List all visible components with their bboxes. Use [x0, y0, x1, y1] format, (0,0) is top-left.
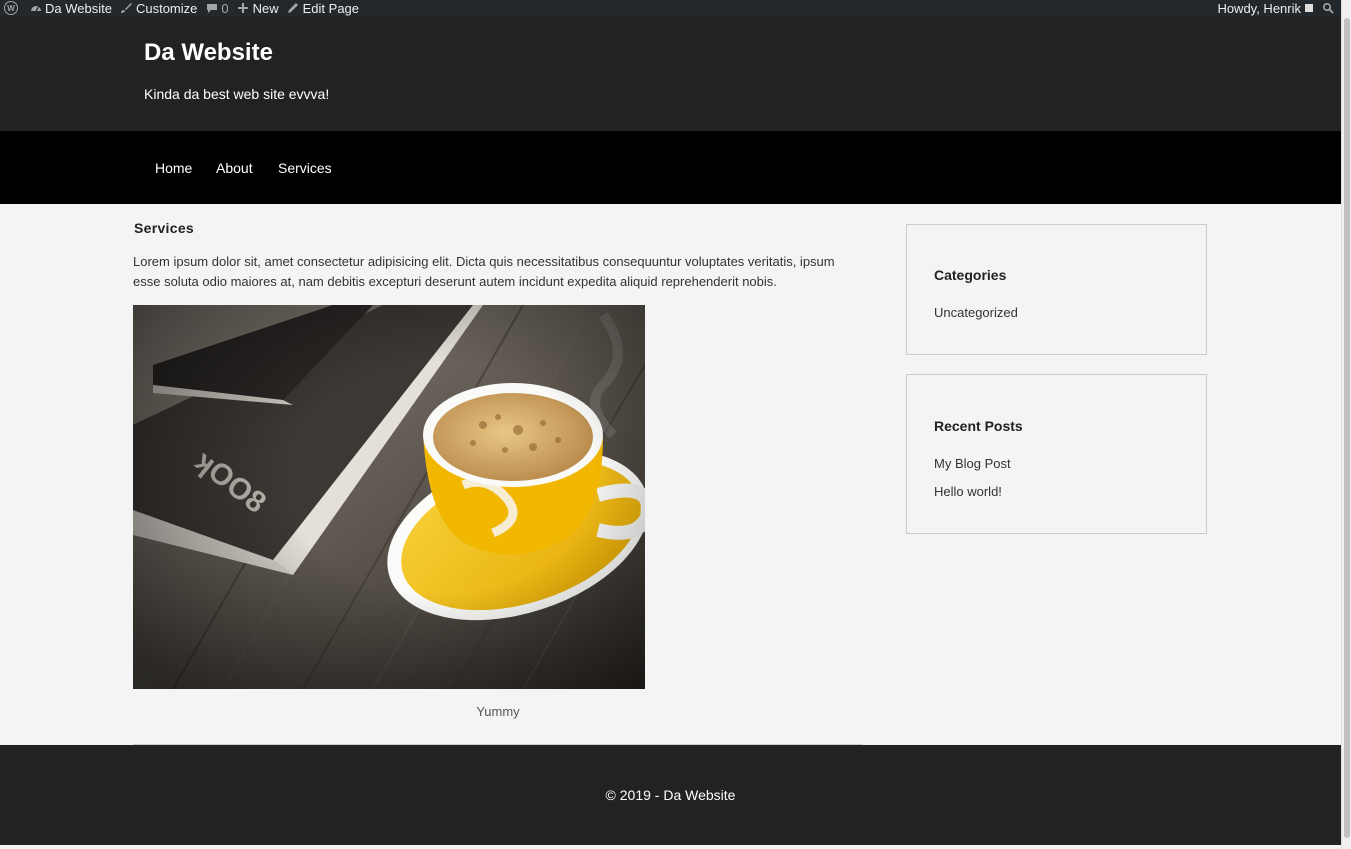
admin-bar: W Da Website Customize 0 New Edit Page H…	[0, 0, 1341, 16]
site-tagline: Kinda da best web site evvva!	[144, 86, 330, 102]
nav-item-services[interactable]: Services	[278, 160, 332, 176]
pencil-icon	[287, 2, 300, 15]
page-scrollbar[interactable]	[1341, 0, 1351, 849]
edit-page-label: Edit Page	[302, 0, 360, 16]
site-footer: © 2019 - Da Website	[0, 745, 1341, 845]
site-header: Da Website Kinda da best web site evvva!	[0, 16, 1341, 131]
main-navigation: Home About Services	[0, 131, 1341, 204]
recent-post-link[interactable]: Hello world!	[934, 484, 1002, 499]
coffee-photo-illustration: ʞOO8	[133, 305, 645, 689]
comments-count: 0	[221, 0, 229, 16]
customize-label: Customize	[135, 0, 198, 16]
site-name-label: Da Website	[45, 0, 112, 16]
customize-link[interactable]: Customize	[116, 0, 201, 16]
site-title[interactable]: Da Website	[144, 39, 273, 67]
plus-icon	[237, 2, 250, 15]
search-icon	[1321, 2, 1334, 15]
new-content-link[interactable]: New	[233, 0, 283, 16]
recent-posts-widget: Recent Posts My Blog Post Hello world!	[906, 374, 1207, 534]
avatar	[1305, 4, 1313, 12]
recent-post-link[interactable]: My Blog Post	[934, 456, 1011, 471]
edit-page-link[interactable]: Edit Page	[283, 0, 363, 16]
categories-title: Categories	[934, 267, 1007, 283]
coffee-image: ʞOO8	[133, 305, 645, 689]
greeting-label: Howdy, Henrik	[1217, 0, 1301, 16]
recent-posts-title: Recent Posts	[934, 418, 1023, 434]
page-body-text: Lorem ipsum dolor sit, amet consectetur …	[133, 254, 835, 289]
admin-search-button[interactable]	[1317, 0, 1341, 16]
brush-icon	[120, 2, 133, 15]
dashboard-icon	[29, 2, 42, 15]
categories-widget: Categories Uncategorized	[906, 224, 1207, 355]
footer-copyright: © 2019 - Da Website	[605, 787, 736, 803]
page-title: Services	[134, 220, 195, 236]
nav-item-home[interactable]: Home	[155, 160, 192, 176]
image-caption: Yummy	[476, 704, 520, 719]
wordpress-menu[interactable]: W	[0, 0, 25, 16]
category-link[interactable]: Uncategorized	[934, 305, 1018, 320]
site-name-link[interactable]: Da Website	[25, 0, 116, 16]
comments-link[interactable]: 0	[201, 0, 232, 16]
my-account-menu[interactable]: Howdy, Henrik	[1213, 0, 1317, 16]
wordpress-logo-icon: W	[4, 1, 18, 15]
comment-bubble-icon	[205, 2, 218, 15]
scrollbar-thumb[interactable]	[1344, 18, 1350, 838]
new-label: New	[252, 0, 279, 16]
admin-bar-secondary: Howdy, Henrik	[1213, 0, 1341, 16]
nav-item-about[interactable]: About	[216, 160, 253, 176]
